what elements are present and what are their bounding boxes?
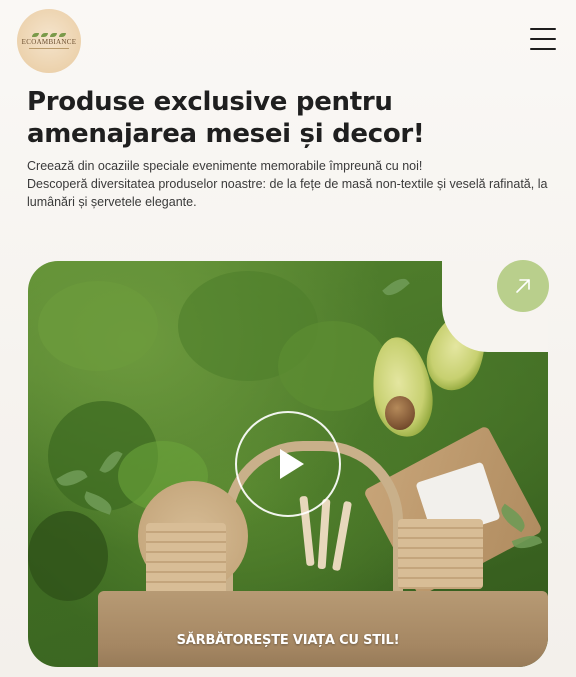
arrow-up-right-button[interactable]	[497, 260, 549, 312]
jute-bag	[98, 591, 548, 667]
play-button[interactable]	[235, 411, 341, 517]
intro-line-2: Descoperă diversitatea produselor noastr…	[27, 177, 548, 209]
hero-video[interactable]: SĂRBĂTOREȘTE VIAȚA CU STIL!	[28, 261, 548, 667]
intro-line-1: Creează din ocaziile speciale evenimente…	[27, 159, 423, 173]
intro-text: Creează din ocaziile speciale evenimente…	[27, 157, 557, 211]
logo-text: ECOAMBIANCE	[21, 38, 77, 46]
logo-divider	[29, 48, 69, 49]
play-icon	[280, 449, 304, 479]
arrow-up-right-icon	[516, 279, 530, 293]
page-title: Produse exclusive pentru amenajarea mese…	[27, 87, 425, 149]
site-logo[interactable]: ECOAMBIANCE	[17, 9, 81, 73]
hamburger-menu-icon[interactable]	[530, 28, 556, 50]
video-caption: SĂRBĂTOREȘTE VIAȚA CU STIL!	[176, 633, 400, 648]
logo-leaves-icon	[32, 33, 66, 37]
